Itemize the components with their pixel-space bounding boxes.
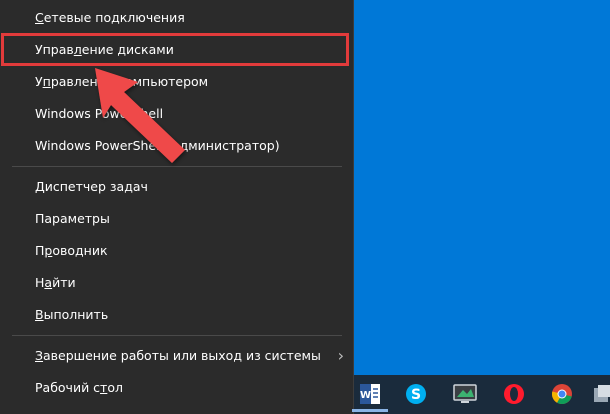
menu-item-accelerator: З bbox=[35, 348, 44, 363]
menu-item-label: йти bbox=[52, 275, 76, 290]
menu-item-network-connections[interactable]: Сетевые подключения bbox=[0, 3, 352, 33]
menu-item-accelerator: п bbox=[42, 74, 51, 89]
menu-item-shutdown-signout[interactable]: Завершение работы или выход из системы › bbox=[0, 341, 352, 371]
menu-item-accelerator: С bbox=[35, 10, 44, 25]
menu-item-run[interactable]: Выполнить bbox=[0, 300, 352, 330]
menu-item-label: Windows PowerShell bbox=[35, 106, 164, 121]
menu-item-label: равление компьютером bbox=[50, 74, 209, 89]
menu-item-search[interactable]: Найти bbox=[0, 268, 352, 298]
menu-item-label: авершение работы или выход из системы bbox=[43, 348, 321, 363]
menu-separator bbox=[12, 335, 342, 336]
menu-item-settings[interactable]: Параметры bbox=[0, 204, 352, 234]
highlight-frame bbox=[1, 33, 349, 66]
menu-item-label: Windows PowerShell ( bbox=[35, 138, 172, 153]
menu-item-desktop[interactable]: Рабочий стол bbox=[0, 373, 352, 403]
menu-item-label: ол bbox=[107, 380, 123, 395]
menu-item-accelerator: а bbox=[171, 138, 180, 153]
menu-item-label: Рабочий с bbox=[35, 380, 101, 395]
menu-item-label: У bbox=[35, 74, 43, 89]
menu-item-label: испетчер задач bbox=[44, 179, 148, 194]
skype-icon[interactable]: S bbox=[402, 380, 430, 408]
menu-item-label: Параметры bbox=[35, 211, 110, 226]
menu-item-label: оводник bbox=[52, 243, 108, 258]
chrome-icon[interactable] bbox=[548, 380, 576, 408]
menu-item-accelerator: В bbox=[35, 307, 44, 322]
menu-item-label: Н bbox=[35, 275, 45, 290]
quick-link-menu: Сетевые подключения Управление дисками У… bbox=[0, 0, 354, 414]
menu-item-computer-management[interactable]: Управление компьютером bbox=[0, 67, 352, 97]
menu-item-powershell[interactable]: Windows PowerShell bbox=[0, 99, 352, 129]
menu-item-label: дминистратор) bbox=[179, 138, 280, 153]
menu-item-task-manager[interactable]: Диспетчер задач bbox=[0, 172, 352, 202]
word-icon[interactable]: W bbox=[356, 380, 384, 408]
menu-item-accelerator: а bbox=[44, 275, 53, 290]
svg-text:W: W bbox=[360, 390, 371, 401]
menu-item-label: ыполнить bbox=[43, 307, 109, 322]
active-app-indicator bbox=[352, 409, 388, 412]
menu-item-label: етевые подключения bbox=[43, 10, 185, 25]
monitor-icon[interactable] bbox=[451, 380, 479, 408]
menu-separator bbox=[12, 166, 342, 167]
menu-item-label: П bbox=[35, 243, 45, 258]
chevron-right-icon: › bbox=[337, 346, 344, 365]
menu-item-explorer[interactable]: Проводник bbox=[0, 236, 352, 266]
menu-item-accelerator: Д bbox=[35, 179, 45, 194]
menu-item-powershell-admin[interactable]: Windows PowerShell (администратор) bbox=[0, 131, 352, 161]
opera-icon[interactable] bbox=[500, 380, 528, 408]
svg-text:S: S bbox=[411, 387, 421, 403]
app-icon[interactable] bbox=[588, 380, 610, 408]
